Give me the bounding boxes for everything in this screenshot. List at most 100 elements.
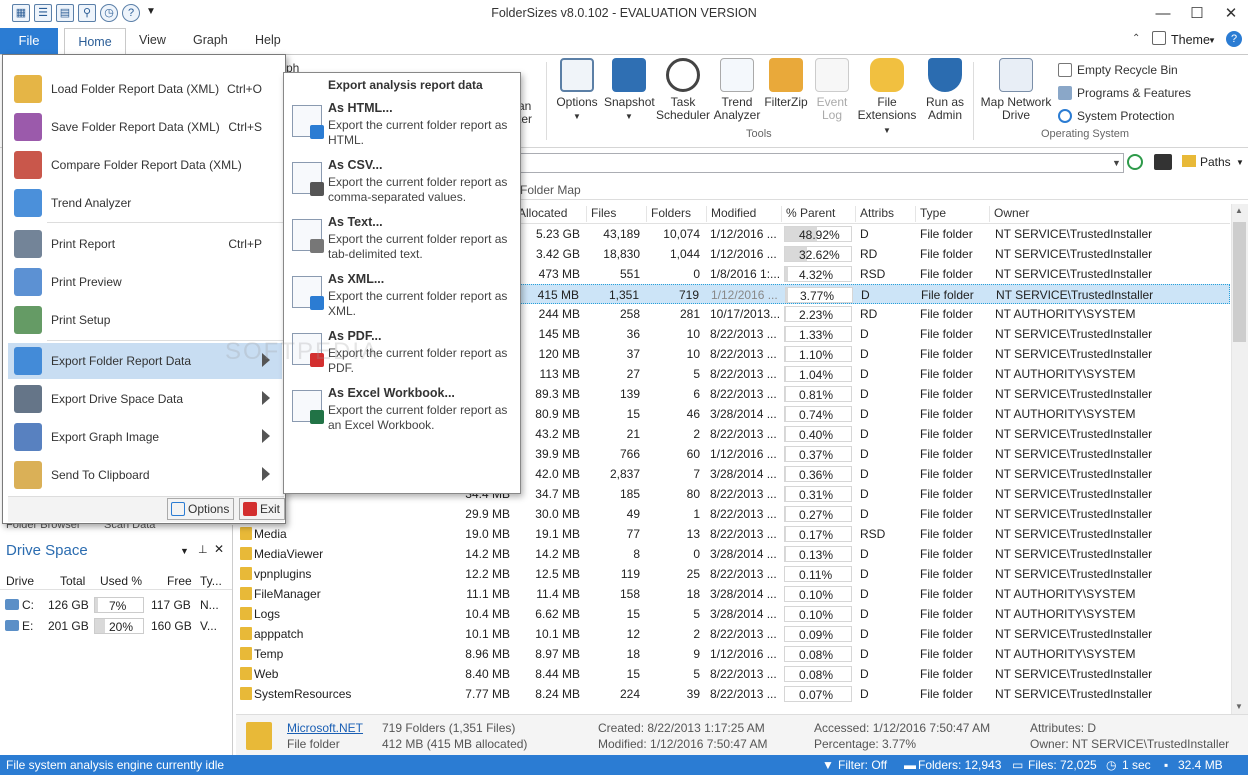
folder-modified: 8/22/2013 ... (710, 387, 777, 401)
event-log-button[interactable]: Event Log (812, 58, 852, 122)
path-dropdown-icon[interactable]: ▼ (1112, 158, 1121, 168)
col-modified[interactable]: Modified (706, 206, 756, 222)
scrollbar-thumb[interactable] (1233, 222, 1246, 342)
map-network-drive-button[interactable]: Map Network Drive (978, 58, 1054, 122)
col-parent[interactable]: % Parent (781, 206, 835, 222)
collapse-ribbon-icon[interactable]: ⌃ (1132, 33, 1140, 44)
help-circle-icon[interactable]: ? (1226, 31, 1242, 47)
table-row[interactable]: FileManager 11.1 MB 11.4 MB 158 18 3/28/2014 … (236, 584, 1230, 604)
scroll-down-icon[interactable]: ▼ (1235, 702, 1243, 711)
filter-status-icon: ▼ (822, 758, 834, 772)
table-row[interactable]: MediaViewer 14.2 MB 14.2 MB 8 0 3/28/2014 ...… (236, 544, 1230, 564)
selected-folder-link[interactable]: Microsoft.NET (287, 721, 363, 735)
col-type[interactable]: Type (915, 206, 946, 222)
folder-type: File folder (920, 607, 973, 621)
tab-view[interactable]: View (139, 33, 166, 47)
filterzip-button[interactable]: FilterZip (762, 58, 810, 109)
export-submenu-item[interactable]: As CSV... Export the current folder repor… (284, 156, 520, 212)
file-menu-item[interactable]: Export Drive Space Data (8, 381, 282, 417)
paths-button[interactable]: Paths (1200, 155, 1231, 169)
clock-icon[interactable]: ◷ (100, 4, 118, 22)
folder-owner: NT AUTHORITY\SYSTEM (995, 647, 1136, 661)
drive-col-type[interactable]: Ty... (200, 574, 222, 588)
drive-col-used[interactable]: Used % (100, 574, 142, 588)
trend-icon (14, 189, 42, 217)
drive-col-total[interactable]: Total (60, 574, 85, 588)
pane-dropdown-icon[interactable]: ▼ (180, 546, 189, 556)
programs-features-button[interactable]: Programs & Features (1058, 86, 1191, 100)
theme-menu[interactable]: Theme (1171, 33, 1210, 47)
theme-dropdown-icon[interactable]: ▼ (1208, 36, 1216, 45)
file-menu-item[interactable]: Load Folder Report Data (XML) Ctrl+O (8, 71, 282, 107)
minimize-button[interactable]: — (1146, 0, 1180, 28)
folder-attribs: D (860, 507, 869, 521)
table-row[interactable]: vpnplugins 12.2 MB 12.5 MB 119 25 8/22/2013 .… (236, 564, 1230, 584)
table-row[interactable]: Logs 10.4 MB 6.62 MB 15 5 3/28/2014 ... D File … (236, 604, 1230, 624)
table-row[interactable]: Web 8.40 MB 8.44 MB 15 5 8/22/2013 ... D File f… (236, 664, 1230, 684)
folder-files: 139 (619, 387, 640, 401)
drive-col-drive[interactable]: Drive (6, 574, 34, 588)
table-row[interactable]: SystemResources 7.77 MB 8.24 MB 224 39 8/22/2… (236, 684, 1230, 704)
file-menu-item[interactable]: Print Report Ctrl+P (8, 226, 282, 262)
file-menu-item[interactable]: Print Preview (8, 264, 282, 300)
load-report-icon (14, 75, 42, 103)
trend-analyzer-button[interactable]: Trend Analyzer (712, 58, 762, 122)
file-menu-item[interactable]: Send To Clipboard (8, 457, 282, 493)
export-submenu-item[interactable]: As Excel Workbook... Export the current f… (284, 384, 520, 440)
tab-help[interactable]: Help (255, 33, 281, 47)
table-row[interactable]: apppatch 10.1 MB 10.1 MB 12 2 8/22/2013 ... D F… (236, 624, 1230, 644)
qat-dropdown-icon[interactable]: ▼ (146, 6, 156, 17)
maximize-button[interactable]: ☐ (1180, 0, 1214, 28)
snapshot-button[interactable]: Snapshot ▼ (604, 58, 655, 123)
scroll-up-icon[interactable]: ▲ (1235, 206, 1243, 215)
refresh-icon[interactable] (1127, 154, 1143, 170)
file-menu-item[interactable]: Compare Folder Report Data (XML) (8, 147, 282, 183)
drive-col-free[interactable]: Free (167, 574, 192, 588)
options-button[interactable]: Options ▼ (553, 58, 601, 123)
file-menu-item[interactable]: Export Graph Image (8, 419, 282, 455)
file-tab[interactable]: File (0, 28, 58, 54)
paths-dropdown-icon[interactable]: ▼ (1236, 158, 1244, 167)
file-menu-item[interactable]: Save Folder Report Data (XML) Ctrl+S (8, 109, 282, 145)
tab-graph[interactable]: Graph (193, 33, 228, 47)
export-submenu-item[interactable]: As HTML... Export the current folder repo… (284, 99, 520, 155)
run-as-admin-button[interactable]: Run as Admin (922, 58, 968, 122)
path-input[interactable] (520, 153, 1124, 173)
tab-folder-map[interactable]: Folder Map (520, 183, 581, 197)
col-allocated[interactable]: Allocated (514, 206, 567, 222)
empty-recycle-bin-button[interactable]: Empty Recycle Bin (1058, 63, 1178, 77)
report-icon[interactable]: ☰ (34, 4, 52, 22)
folder-subfolders: 281 (679, 307, 700, 321)
grid-icon[interactable]: ▤ (56, 4, 74, 22)
help-icon[interactable]: ? (122, 4, 140, 22)
col-attribs[interactable]: Attribs (855, 206, 894, 222)
col-owner[interactable]: Owner (989, 206, 1029, 222)
file-extensions-button[interactable]: File Extensions ▼ (854, 58, 920, 137)
menu-options-button[interactable]: Options (167, 498, 235, 520)
parent-percent-text: 0.08% (799, 648, 834, 662)
selected-folder-type: File folder (287, 737, 340, 751)
task-scheduler-button[interactable]: Task Scheduler (655, 58, 711, 122)
col-files[interactable]: Files (586, 206, 616, 222)
table-row[interactable]: 29.9 MB 30.0 MB 49 1 8/22/2013 ... D File fold… (236, 504, 1230, 524)
close-button[interactable]: ✕ (1214, 0, 1248, 28)
export-submenu-item[interactable]: As Text... Export the current folder repo… (284, 213, 520, 269)
filter-icon[interactable]: ⚲ (78, 4, 96, 22)
system-protection-button[interactable]: System Protection (1058, 109, 1174, 123)
export-submenu-item[interactable]: As XML... Export the current folder repor… (284, 270, 520, 326)
table-row[interactable]: Temp 8.96 MB 8.97 MB 18 9 1/12/2016 ... D File … (236, 644, 1230, 664)
pin-icon[interactable]: ⊥ (198, 543, 208, 556)
drive-row[interactable]: C: 126 GB 7% 117 GB N... (0, 595, 232, 615)
col-folders[interactable]: Folders (646, 206, 691, 222)
pane-close-icon[interactable]: ✕ (214, 542, 224, 556)
tab-home[interactable]: Home (64, 28, 126, 55)
save-icon[interactable]: ▦ (12, 4, 30, 22)
command-prompt-icon[interactable] (1154, 154, 1172, 170)
folder-allocated: 120 MB (538, 347, 580, 361)
table-row[interactable]: Media 19.0 MB 19.1 MB 77 13 8/22/2013 ... RSD F… (236, 524, 1230, 544)
menu-exit-button[interactable]: Exit (239, 498, 286, 520)
drive-row[interactable]: E: 201 GB 20% 160 GB V... (0, 616, 232, 636)
file-menu-item[interactable]: Trend Analyzer (8, 185, 282, 221)
file-menu-item[interactable]: Print Setup (8, 302, 282, 338)
filter-status[interactable]: Filter: Off (838, 758, 887, 772)
